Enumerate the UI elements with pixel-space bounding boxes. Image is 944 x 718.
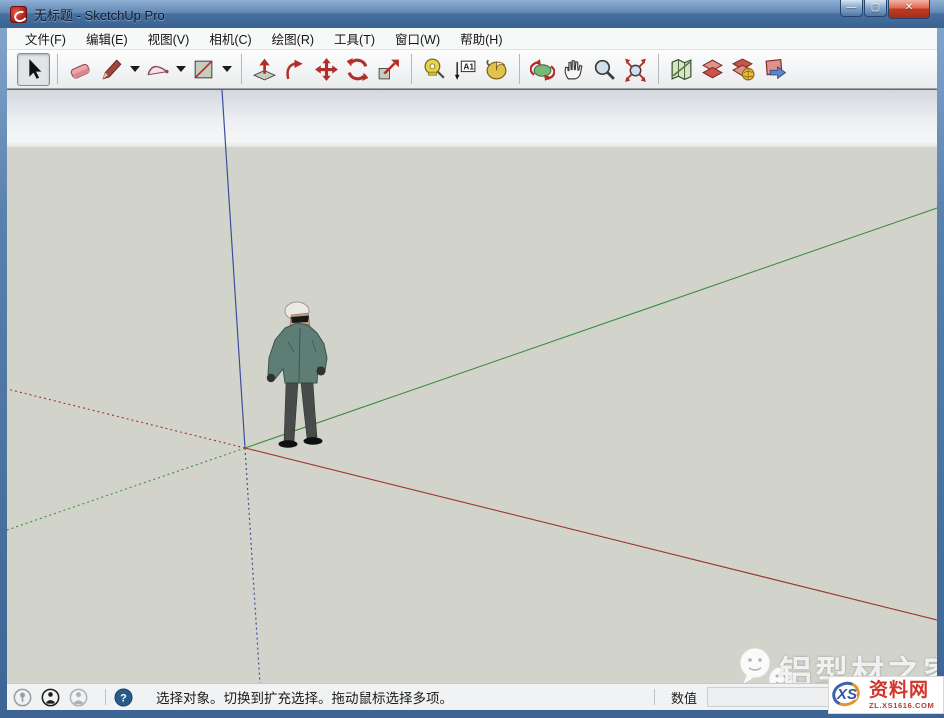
menu-draw[interactable]: 绘图(R) bbox=[262, 26, 324, 51]
scale-icon bbox=[376, 57, 401, 82]
arc-options-dropdown[interactable] bbox=[173, 54, 188, 85]
minimize-button[interactable]: — bbox=[840, 0, 863, 17]
orbit-icon bbox=[530, 57, 555, 82]
orbit-tool-button[interactable] bbox=[527, 54, 558, 85]
site-watermark-logo: XS 资料网 ZL.XS1616.COM bbox=[828, 676, 944, 714]
green-axis-line bbox=[245, 208, 937, 448]
menu-edit[interactable]: 编辑(E) bbox=[76, 26, 138, 51]
pencil-icon bbox=[99, 57, 124, 82]
scale-tool-button[interactable] bbox=[373, 54, 404, 85]
menu-camera[interactable]: 相机(C) bbox=[199, 26, 261, 51]
dimension-tool-button[interactable]: A1 bbox=[450, 54, 481, 85]
blue-axis-dotted bbox=[245, 448, 260, 683]
window-title: 无标题 - SketchUp Pro bbox=[34, 5, 165, 24]
terrain-layers-icon bbox=[700, 57, 725, 82]
close-button[interactable]: ✕ bbox=[888, 0, 930, 19]
logo-site-name: 资料网 bbox=[869, 681, 934, 700]
photo-textures-icon bbox=[731, 57, 756, 82]
push-pull-icon bbox=[252, 57, 277, 82]
eraser-icon bbox=[68, 57, 93, 82]
measurements-label: 数值 bbox=[671, 688, 697, 707]
zoom-extents-tool-button[interactable] bbox=[620, 54, 651, 85]
rotate-tool-button[interactable] bbox=[342, 54, 373, 85]
pan-hand-icon bbox=[561, 57, 586, 82]
title-bar: 无标题 - SketchUp Pro — ▢ ✕ bbox=[0, 0, 944, 28]
add-location-tool-button[interactable] bbox=[666, 54, 697, 85]
move-tool-button[interactable] bbox=[311, 54, 342, 85]
zoom-icon bbox=[592, 57, 617, 82]
eraser-tool-button[interactable] bbox=[65, 54, 96, 85]
arc-icon bbox=[145, 57, 170, 82]
share-model-tool-button[interactable] bbox=[759, 54, 790, 85]
shapes-options-dropdown[interactable] bbox=[219, 54, 234, 85]
rotate-icon bbox=[345, 57, 370, 82]
zoom-extents-icon bbox=[623, 57, 648, 82]
paint-bucket-icon bbox=[484, 57, 509, 82]
blue-axis-line bbox=[222, 90, 245, 448]
pan-tool-button[interactable] bbox=[558, 54, 589, 85]
rectangle-icon bbox=[191, 57, 216, 82]
line-tool-button[interactable] bbox=[96, 54, 127, 85]
follow-me-tool-button[interactable] bbox=[280, 54, 311, 85]
logo-site-url: ZL.XS1616.COM bbox=[869, 702, 934, 710]
menu-view[interactable]: 视图(V) bbox=[138, 26, 200, 51]
shapes-tool-button[interactable] bbox=[188, 54, 219, 85]
menu-file[interactable]: 文件(F) bbox=[15, 26, 76, 51]
geolocation-icon[interactable] bbox=[13, 688, 32, 707]
push-pull-tool-button[interactable] bbox=[249, 54, 280, 85]
red-axis-line bbox=[245, 448, 937, 620]
chevron-down-icon bbox=[176, 66, 186, 72]
menu-tools[interactable]: 工具(T) bbox=[324, 26, 385, 51]
tape-measure-tool-button[interactable] bbox=[419, 54, 450, 85]
follow-me-icon bbox=[283, 57, 308, 82]
toggle-terrain-tool-button[interactable] bbox=[697, 54, 728, 85]
svg-text:A1: A1 bbox=[463, 61, 474, 71]
select-tool-button[interactable] bbox=[17, 53, 50, 86]
status-bar: ? 选择对象。切换到扩充选择。拖动鼠标选择多项。 数值 bbox=[7, 683, 937, 710]
status-hint-text: 选择对象。切换到扩充选择。拖动鼠标选择多项。 bbox=[156, 687, 453, 707]
xs-emblem-icon: XS bbox=[831, 679, 867, 711]
zoom-tool-button[interactable] bbox=[589, 54, 620, 85]
attribution-person-icon[interactable] bbox=[41, 688, 60, 707]
menu-help[interactable]: 帮助(H) bbox=[450, 26, 512, 51]
scene-canvas bbox=[7, 90, 937, 683]
chevron-down-icon bbox=[222, 66, 232, 72]
menu-window[interactable]: 窗口(W) bbox=[385, 26, 450, 51]
red-axis-dotted bbox=[7, 389, 245, 448]
sign-in-person-icon[interactable] bbox=[69, 688, 88, 707]
share-model-icon bbox=[762, 57, 787, 82]
arc-tool-button[interactable] bbox=[142, 54, 173, 85]
map-icon bbox=[669, 57, 694, 82]
maximize-button[interactable]: ▢ bbox=[864, 0, 887, 17]
sketchup-window: 无标题 - SketchUp Pro — ▢ ✕ 文件(F) 编辑(E) 视图(… bbox=[0, 0, 944, 718]
line-options-dropdown[interactable] bbox=[127, 54, 142, 85]
svg-text:?: ? bbox=[120, 692, 127, 704]
photo-textures-tool-button[interactable] bbox=[728, 54, 759, 85]
text-label-icon: A1 bbox=[453, 57, 478, 82]
chevron-down-icon bbox=[130, 66, 140, 72]
tape-measure-icon bbox=[422, 57, 447, 82]
scale-figure-person[interactable] bbox=[267, 302, 327, 448]
move-icon bbox=[314, 57, 339, 82]
toolbar: A1 bbox=[7, 50, 937, 89]
select-arrow-icon bbox=[21, 57, 46, 82]
paint-bucket-tool-button[interactable] bbox=[481, 54, 512, 85]
green-axis-dotted bbox=[7, 448, 245, 530]
menu-bar: 文件(F) 编辑(E) 视图(V) 相机(C) 绘图(R) 工具(T) 窗口(W… bbox=[7, 28, 937, 50]
sketchup-app-icon bbox=[10, 6, 27, 23]
drawing-viewport[interactable]: 铝型材之家 bbox=[7, 89, 937, 683]
help-icon[interactable]: ? bbox=[114, 688, 133, 707]
